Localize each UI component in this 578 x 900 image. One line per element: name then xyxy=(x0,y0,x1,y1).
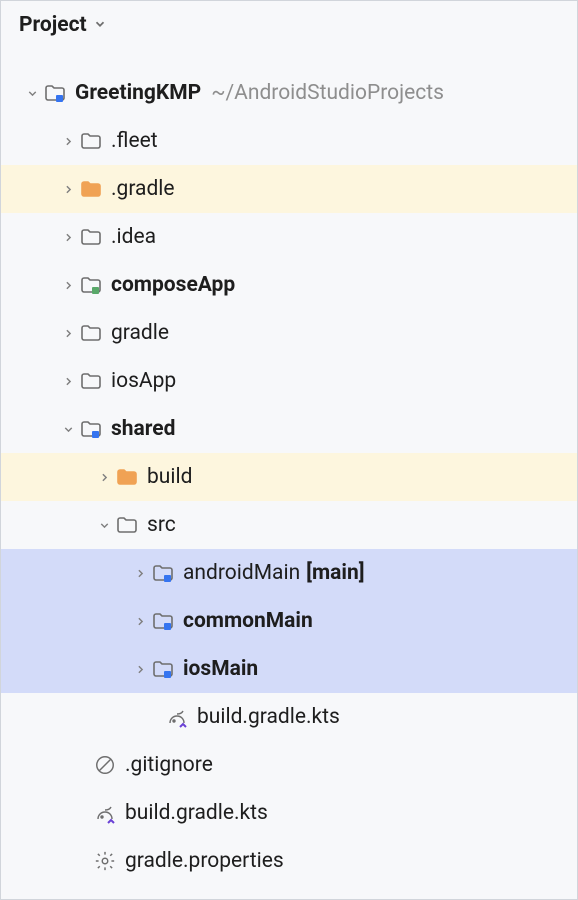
tree-item[interactable]: .gitignore xyxy=(1,741,577,789)
tree-item[interactable]: gradle xyxy=(1,309,577,357)
chevron-down-icon xyxy=(93,16,107,35)
tree-item[interactable]: gradle.properties xyxy=(1,837,577,885)
tree-item[interactable]: .fleet xyxy=(1,117,577,165)
tree-item[interactable]: shared xyxy=(1,405,577,453)
folder-icon xyxy=(79,177,103,201)
chevron-right-icon[interactable] xyxy=(93,471,115,484)
module-folder-icon xyxy=(79,417,103,441)
chevron-right-icon[interactable] xyxy=(57,279,79,292)
tree-item[interactable]: iosMain xyxy=(1,645,577,693)
ignore-icon xyxy=(93,753,117,777)
tree-label: androidMain xyxy=(183,561,300,585)
tree-item[interactable]: .idea xyxy=(1,213,577,261)
folder-icon xyxy=(115,465,139,489)
chevron-right-icon[interactable] xyxy=(57,183,79,196)
tree-item[interactable]: .gradle xyxy=(1,165,577,213)
tree-label: commonMain xyxy=(183,609,313,633)
tree-label: build xyxy=(147,465,192,489)
panel-title: Project xyxy=(19,13,87,37)
tree-label: gradle.properties xyxy=(125,849,284,873)
module-folder-icon xyxy=(151,609,175,633)
tree-label: build.gradle.kts xyxy=(197,705,340,729)
folder-icon xyxy=(79,225,103,249)
tree-label: GreetingKMP xyxy=(75,81,201,105)
tree-item[interactable]: build.gradle.kts xyxy=(1,693,577,741)
panel-header[interactable]: Project xyxy=(1,1,577,45)
tree-item[interactable]: build xyxy=(1,453,577,501)
chevron-right-icon[interactable] xyxy=(129,567,151,580)
chevron-right-icon[interactable] xyxy=(57,135,79,148)
tree-item[interactable]: build.gradle.kts xyxy=(1,789,577,837)
tree-item[interactable]: composeApp xyxy=(1,261,577,309)
chevron-right-icon[interactable] xyxy=(57,327,79,340)
project-tree: GreetingKMP ~/AndroidStudioProjects .fle… xyxy=(1,45,577,885)
tree-label: gradle xyxy=(111,321,169,345)
module-folder-icon xyxy=(79,273,103,297)
tree-annotation: [main] xyxy=(306,561,364,585)
tree-label: iosApp xyxy=(111,369,176,393)
folder-icon xyxy=(79,129,103,153)
tree-label: .gradle xyxy=(111,177,175,201)
chevron-down-icon[interactable] xyxy=(93,519,115,532)
chevron-right-icon[interactable] xyxy=(129,663,151,676)
gear-icon xyxy=(93,849,117,873)
tree-label: build.gradle.kts xyxy=(125,801,268,825)
tree-label: src xyxy=(147,513,176,537)
tree-label: iosMain xyxy=(183,657,258,681)
project-panel: Project GreetingKMP ~/AndroidStudioProje… xyxy=(1,1,577,899)
chevron-down-icon[interactable] xyxy=(57,423,79,436)
tree-item[interactable]: commonMain xyxy=(1,597,577,645)
chevron-right-icon[interactable] xyxy=(57,231,79,244)
chevron-down-icon[interactable] xyxy=(21,87,43,100)
chevron-right-icon[interactable] xyxy=(57,375,79,388)
gradle-kts-icon xyxy=(93,801,117,825)
chevron-right-icon[interactable] xyxy=(129,615,151,628)
tree-label: .idea xyxy=(111,225,156,249)
tree-item[interactable]: androidMain [main] xyxy=(1,549,577,597)
tree-label: .fleet xyxy=(111,129,158,153)
module-folder-icon xyxy=(43,81,67,105)
folder-icon xyxy=(115,513,139,537)
tree-label: shared xyxy=(111,417,175,441)
tree-item[interactable]: iosApp xyxy=(1,357,577,405)
module-folder-icon xyxy=(151,561,175,585)
gradle-kts-icon xyxy=(165,705,189,729)
tree-label: .gitignore xyxy=(125,753,213,777)
module-folder-icon xyxy=(151,657,175,681)
path-annotation: ~/AndroidStudioProjects xyxy=(211,81,444,105)
tree-item-root[interactable]: GreetingKMP ~/AndroidStudioProjects xyxy=(1,69,577,117)
tree-label: composeApp xyxy=(111,273,235,297)
tree-item[interactable]: src xyxy=(1,501,577,549)
folder-icon xyxy=(79,321,103,345)
folder-icon xyxy=(79,369,103,393)
